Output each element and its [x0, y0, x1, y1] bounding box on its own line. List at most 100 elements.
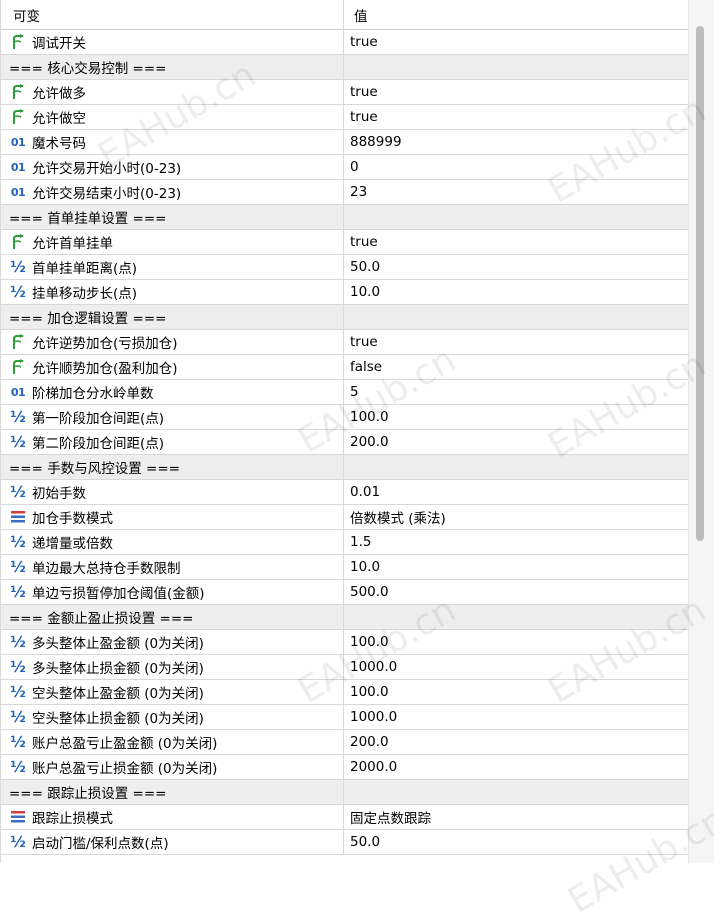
param-value-cell[interactable]: 200.0	[344, 730, 689, 754]
section-row[interactable]: === 首单挂单设置 ===	[1, 205, 689, 230]
param-value-cell[interactable]: 50.0	[344, 255, 689, 279]
param-value: 23	[350, 184, 368, 200]
param-value-cell[interactable]: 10.0	[344, 280, 689, 304]
param-row[interactable]: ½ 单边最大总持仓手数限制 10.0	[1, 555, 689, 580]
param-name: 单边最大总持仓手数限制	[32, 561, 181, 577]
param-value-cell[interactable]: 500.0	[344, 580, 689, 604]
param-name: 调试开关	[32, 36, 86, 52]
param-value-cell[interactable]: true	[344, 105, 689, 129]
param-value: false	[350, 359, 383, 375]
param-value: 100.0	[350, 634, 389, 650]
param-value-cell[interactable]: 23	[344, 180, 689, 204]
param-name: 允许逆势加仓(亏损加仓)	[32, 336, 178, 352]
param-row[interactable]: ½ 单边亏损暂停加仓阈值(金额) 500.0	[1, 580, 689, 605]
param-name-cell: 01 阶梯加仓分水岭单数	[1, 380, 344, 404]
param-row[interactable]: ½ 空头整体止损金额 (0为关闭) 1000.0	[1, 705, 689, 730]
param-row[interactable]: ½ 多头整体止损金额 (0为关闭) 1000.0	[1, 655, 689, 680]
param-value-cell[interactable]: 100.0	[344, 680, 689, 704]
green-flag-arrow-icon	[9, 83, 27, 101]
param-row[interactable]: 01 魔术号码 888999	[1, 130, 689, 155]
param-row[interactable]: 01 允许交易开始小时(0-23) 0	[1, 155, 689, 180]
param-name-cell: 调试开关	[1, 30, 344, 54]
param-name: 加仓手数模式	[32, 511, 113, 527]
param-value: 100.0	[350, 409, 389, 425]
param-value-cell[interactable]: 1.5	[344, 530, 689, 554]
param-row[interactable]: 允许做空 true	[1, 105, 689, 130]
param-value-cell[interactable]: 0	[344, 155, 689, 179]
param-value-cell[interactable]: 50.0	[344, 830, 689, 854]
param-value-cell[interactable]: 100.0	[344, 630, 689, 654]
param-value-cell[interactable]: 888999	[344, 130, 689, 154]
param-value: 10.0	[350, 284, 381, 300]
param-name-cell: === 手数与风控设置 ===	[1, 455, 344, 479]
param-value-cell[interactable]: true	[344, 330, 689, 354]
param-row[interactable]: 加仓手数模式 倍数模式 (乘法)	[1, 505, 689, 530]
param-row[interactable]: 跟踪止损模式 固定点数跟踪	[1, 805, 689, 830]
param-value-cell[interactable]: 1000.0	[344, 655, 689, 679]
scrollbar-thumb[interactable]	[696, 26, 704, 541]
param-value-cell[interactable]: false	[344, 355, 689, 379]
param-name: 第二阶段加仓间距(点)	[32, 436, 165, 452]
param-name: 单边亏损暂停加仓阈值(金额)	[32, 586, 205, 602]
param-row[interactable]: 允许首单挂单 true	[1, 230, 689, 255]
param-value-cell[interactable]: 10.0	[344, 555, 689, 579]
param-value-cell[interactable]: true	[344, 230, 689, 254]
param-name: === 核心交易控制 ===	[9, 61, 167, 77]
param-row[interactable]: ½ 空头整体止盈金额 (0为关闭) 100.0	[1, 680, 689, 705]
param-name-cell: 01 允许交易开始小时(0-23)	[1, 155, 344, 179]
param-row[interactable]: 允许做多 true	[1, 80, 689, 105]
param-value-cell[interactable]: 固定点数跟踪	[344, 805, 689, 829]
section-row[interactable]: === 金额止盈止损设置 ===	[1, 605, 689, 630]
param-row[interactable]: 允许逆势加仓(亏损加仓) true	[1, 330, 689, 355]
param-row[interactable]: ½ 挂单移动步长(点) 10.0	[1, 280, 689, 305]
column-header-name[interactable]: 可变	[1, 0, 344, 29]
section-row[interactable]: === 跟踪止损设置 ===	[1, 780, 689, 805]
param-name-cell: 跟踪止损模式	[1, 805, 344, 829]
param-name-cell: ½ 第一阶段加仓间距(点)	[1, 405, 344, 429]
param-value-cell[interactable]: 0.01	[344, 480, 689, 504]
param-name-cell: 允许顺势加仓(盈利加仓)	[1, 355, 344, 379]
section-row[interactable]: === 加仓逻辑设置 ===	[1, 305, 689, 330]
param-value-cell[interactable]: 倍数模式 (乘法)	[344, 505, 689, 529]
section-row[interactable]: === 核心交易控制 ===	[1, 55, 689, 80]
vertical-scrollbar[interactable]	[688, 0, 714, 863]
param-value-cell	[344, 305, 689, 329]
param-value-cell[interactable]: true	[344, 80, 689, 104]
fraction-half-icon: ½	[10, 433, 26, 451]
param-name: 多头整体止损金额 (0为关闭)	[32, 661, 204, 677]
param-row[interactable]: ½ 多头整体止盈金额 (0为关闭) 100.0	[1, 630, 689, 655]
param-row[interactable]: ½ 账户总盈亏止损金额 (0为关闭) 2000.0	[1, 755, 689, 780]
param-name-cell: 加仓手数模式	[1, 505, 344, 529]
param-value-cell[interactable]: 5	[344, 380, 689, 404]
param-name-cell: === 核心交易控制 ===	[1, 55, 344, 79]
param-value: 50.0	[350, 834, 381, 850]
param-row[interactable]: ½ 第二阶段加仓间距(点) 200.0	[1, 430, 689, 455]
param-row[interactable]: ½ 初始手数 0.01	[1, 480, 689, 505]
param-value-cell[interactable]: 100.0	[344, 405, 689, 429]
param-row[interactable]: ½ 首单挂单距离(点) 50.0	[1, 255, 689, 280]
param-row[interactable]: 调试开关 true	[1, 30, 689, 55]
param-value: 888999	[350, 134, 402, 150]
column-header-value[interactable]: 值	[344, 0, 689, 29]
param-value-cell[interactable]: true	[344, 30, 689, 54]
param-name-cell: === 跟踪止损设置 ===	[1, 780, 344, 804]
param-row[interactable]: ½ 第一阶段加仓间距(点) 100.0	[1, 405, 689, 430]
param-name-cell: ½ 递增量或倍数	[1, 530, 344, 554]
param-name-cell: 允许逆势加仓(亏损加仓)	[1, 330, 344, 354]
param-row[interactable]: ½ 账户总盈亏止盈金额 (0为关闭) 200.0	[1, 730, 689, 755]
param-row[interactable]: 01 阶梯加仓分水岭单数 5	[1, 380, 689, 405]
param-value: 1.5	[350, 534, 372, 550]
param-value: true	[350, 234, 378, 250]
param-row[interactable]: 允许顺势加仓(盈利加仓) false	[1, 355, 689, 380]
param-row[interactable]: ½ 递增量或倍数 1.5	[1, 530, 689, 555]
param-name: 启动门槛/保利点数(点)	[32, 836, 169, 852]
param-row[interactable]: ½ 启动门槛/保利点数(点) 50.0	[1, 830, 689, 855]
param-value-cell[interactable]: 200.0	[344, 430, 689, 454]
param-name: 账户总盈亏止盈金额 (0为关闭)	[32, 736, 218, 752]
param-row[interactable]: 01 允许交易结束小时(0-23) 23	[1, 180, 689, 205]
param-name: 允许顺势加仓(盈利加仓)	[32, 361, 178, 377]
param-value-cell[interactable]: 1000.0	[344, 705, 689, 729]
param-value: 0.01	[350, 484, 381, 500]
param-value-cell[interactable]: 2000.0	[344, 755, 689, 779]
section-row[interactable]: === 手数与风控设置 ===	[1, 455, 689, 480]
